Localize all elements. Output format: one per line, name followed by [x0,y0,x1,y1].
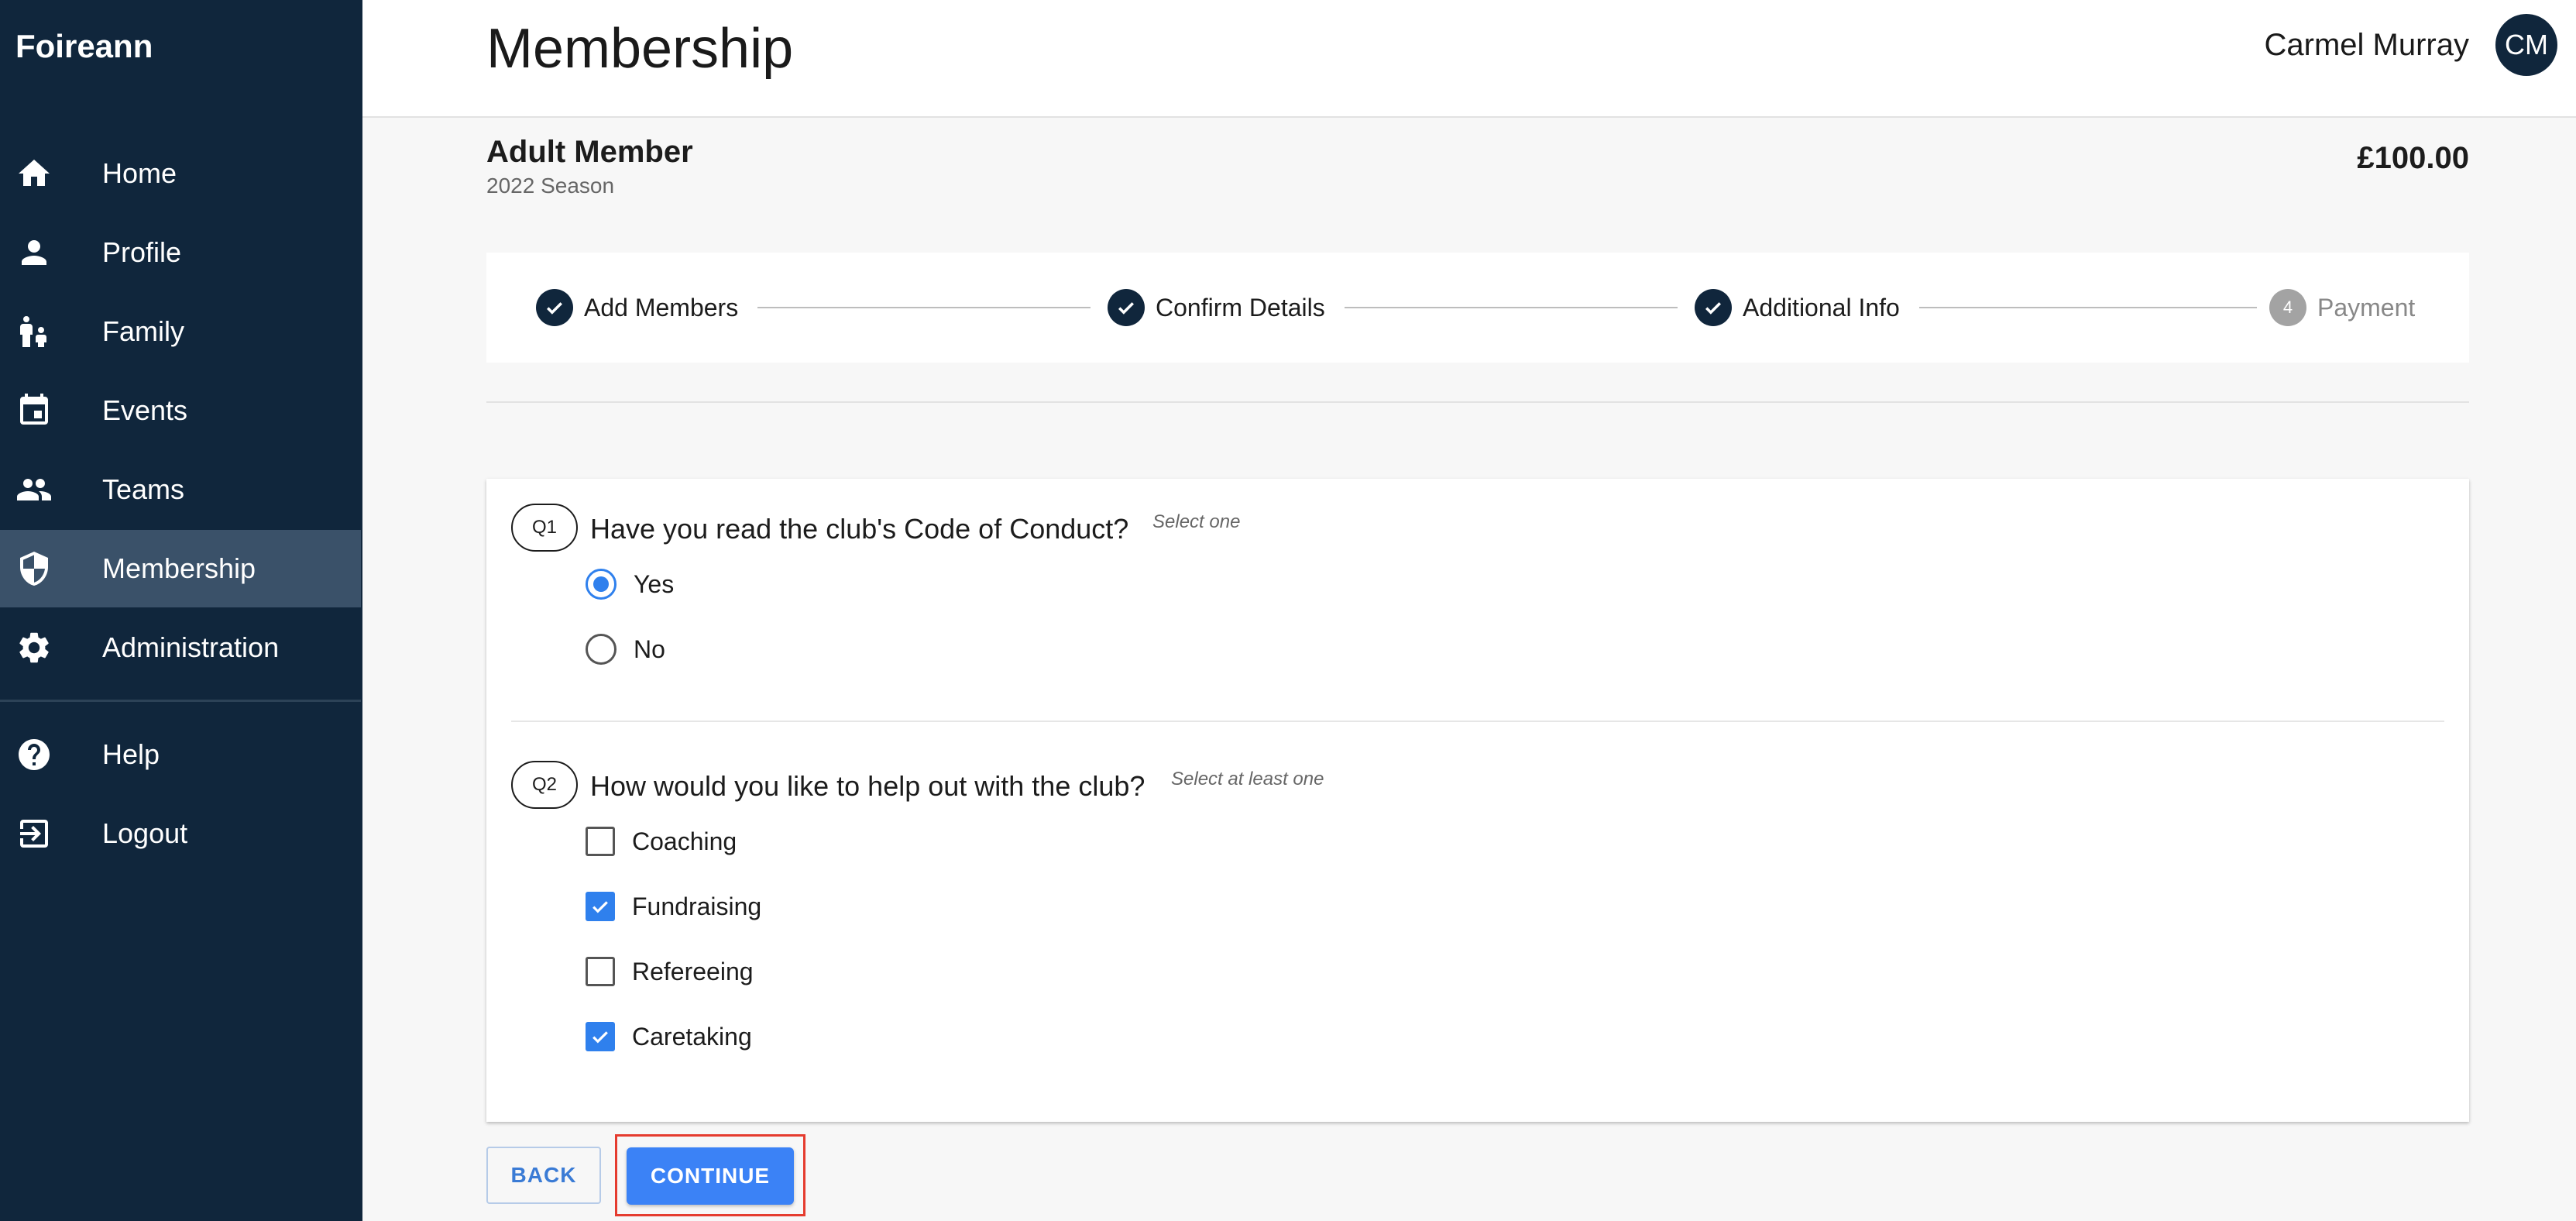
question-hint: Select at least one [1171,769,1324,789]
step-label: Additional Info [1743,293,1900,322]
question-hint: Select one [1152,511,1241,532]
checkbox-option-caretaking[interactable]: Caretaking [586,1020,752,1054]
calendar-icon [11,387,57,434]
option-label: Fundraising [632,892,762,920]
check-icon [1695,289,1732,326]
question-text: How would you like to help out with the … [590,770,1145,802]
membership-title: Adult Member [486,135,693,169]
option-label: Yes [634,569,675,598]
step-add-members: Add Members [536,289,738,326]
sidebar-item-profile[interactable]: Profile [0,214,361,291]
gear-icon [11,624,57,671]
step-connector [1345,307,1678,308]
brand-logo-text: Foireann [15,28,153,64]
back-button[interactable]: BACK [486,1147,601,1204]
membership-price: £100.00 [2357,141,2469,175]
checkbox[interactable] [586,1022,615,1051]
check-icon [592,901,608,913]
radio-option-yes[interactable]: Yes [586,567,674,601]
people-icon [11,466,57,513]
checkbox-option-coaching[interactable]: Coaching [586,824,737,858]
check-icon [1108,289,1145,326]
sidebar-item-logout[interactable]: Logout [0,795,361,872]
check-icon [592,1031,608,1044]
step-connector [1919,307,2257,308]
step-connector [757,307,1091,308]
membership-season: 2022 Season [486,174,615,198]
sidebar-item-family[interactable]: Family [0,293,361,370]
sidebar-item-label: Profile [102,236,182,268]
step-confirm-details: Confirm Details [1108,289,1325,326]
continue-button[interactable]: CONTINUE [627,1147,794,1205]
sidebar-item-label: Logout [102,817,188,849]
avatar[interactable]: CM [2495,14,2557,76]
questions-card: Q1 Have you read the club's Code of Cond… [486,479,2469,1122]
option-label: Coaching [632,827,737,855]
question-divider [511,721,2444,722]
help-icon [11,731,57,778]
sidebar-item-home[interactable]: Home [0,135,361,212]
option-label: Refereeing [632,957,754,985]
step-label: Add Members [584,293,739,322]
sidebar-item-label: Teams [102,473,185,505]
sidebar-item-label: Events [102,394,188,426]
checkbox-option-fundraising[interactable]: Fundraising [586,889,761,923]
sidebar-item-help[interactable]: Help [0,716,361,793]
continue-highlight: CONTINUE [615,1134,805,1216]
home-icon [11,150,57,197]
option-label: No [634,635,665,663]
question-badge: Q2 [511,761,578,809]
step-label: Payment [2317,293,2416,322]
sidebar-item-events[interactable]: Events [0,372,361,449]
progress-stepper: Add Members Confirm Details Additional I… [486,253,2469,363]
sidebar-item-administration[interactable]: Administration [0,609,361,686]
sidebar-item-label: Home [102,157,177,189]
step-number: 4 [2269,289,2306,326]
check-icon [536,289,573,326]
checkbox-option-refereeing[interactable]: Refereeing [586,954,754,989]
sidebar-item-membership[interactable]: Membership [0,530,361,607]
question-badge: Q1 [511,504,578,552]
radio-option-no[interactable]: No [586,632,665,666]
person-icon [11,229,57,276]
sidebar-item-teams[interactable]: Teams [0,451,361,528]
sidebar-divider [0,700,361,702]
step-payment: 4 Payment [2269,289,2415,326]
radio-button[interactable] [586,634,617,665]
checkbox[interactable] [586,827,615,856]
option-label: Caretaking [632,1022,752,1051]
sidebar: Foireann Home Profile Family Events Team… [0,0,362,1221]
shield-icon [11,545,57,592]
page-header: Membership Carmel Murray CM [362,0,2576,118]
family-icon [11,308,57,355]
step-additional-info: Additional Info [1695,289,1900,326]
step-label: Confirm Details [1156,293,1325,322]
logout-icon [11,810,57,857]
radio-button[interactable] [586,569,617,600]
question-text: Have you read the club's Code of Conduct… [590,513,1129,545]
sidebar-item-label: Help [102,738,160,770]
sidebar-item-label: Administration [102,631,280,663]
sidebar-item-label: Family [102,315,184,347]
section-divider [486,401,2469,403]
user-name[interactable]: Carmel Murray [2265,28,2469,63]
page-title: Membership [486,18,794,80]
sidebar-item-label: Membership [102,552,256,584]
checkbox[interactable] [586,957,615,986]
checkbox[interactable] [586,892,615,921]
